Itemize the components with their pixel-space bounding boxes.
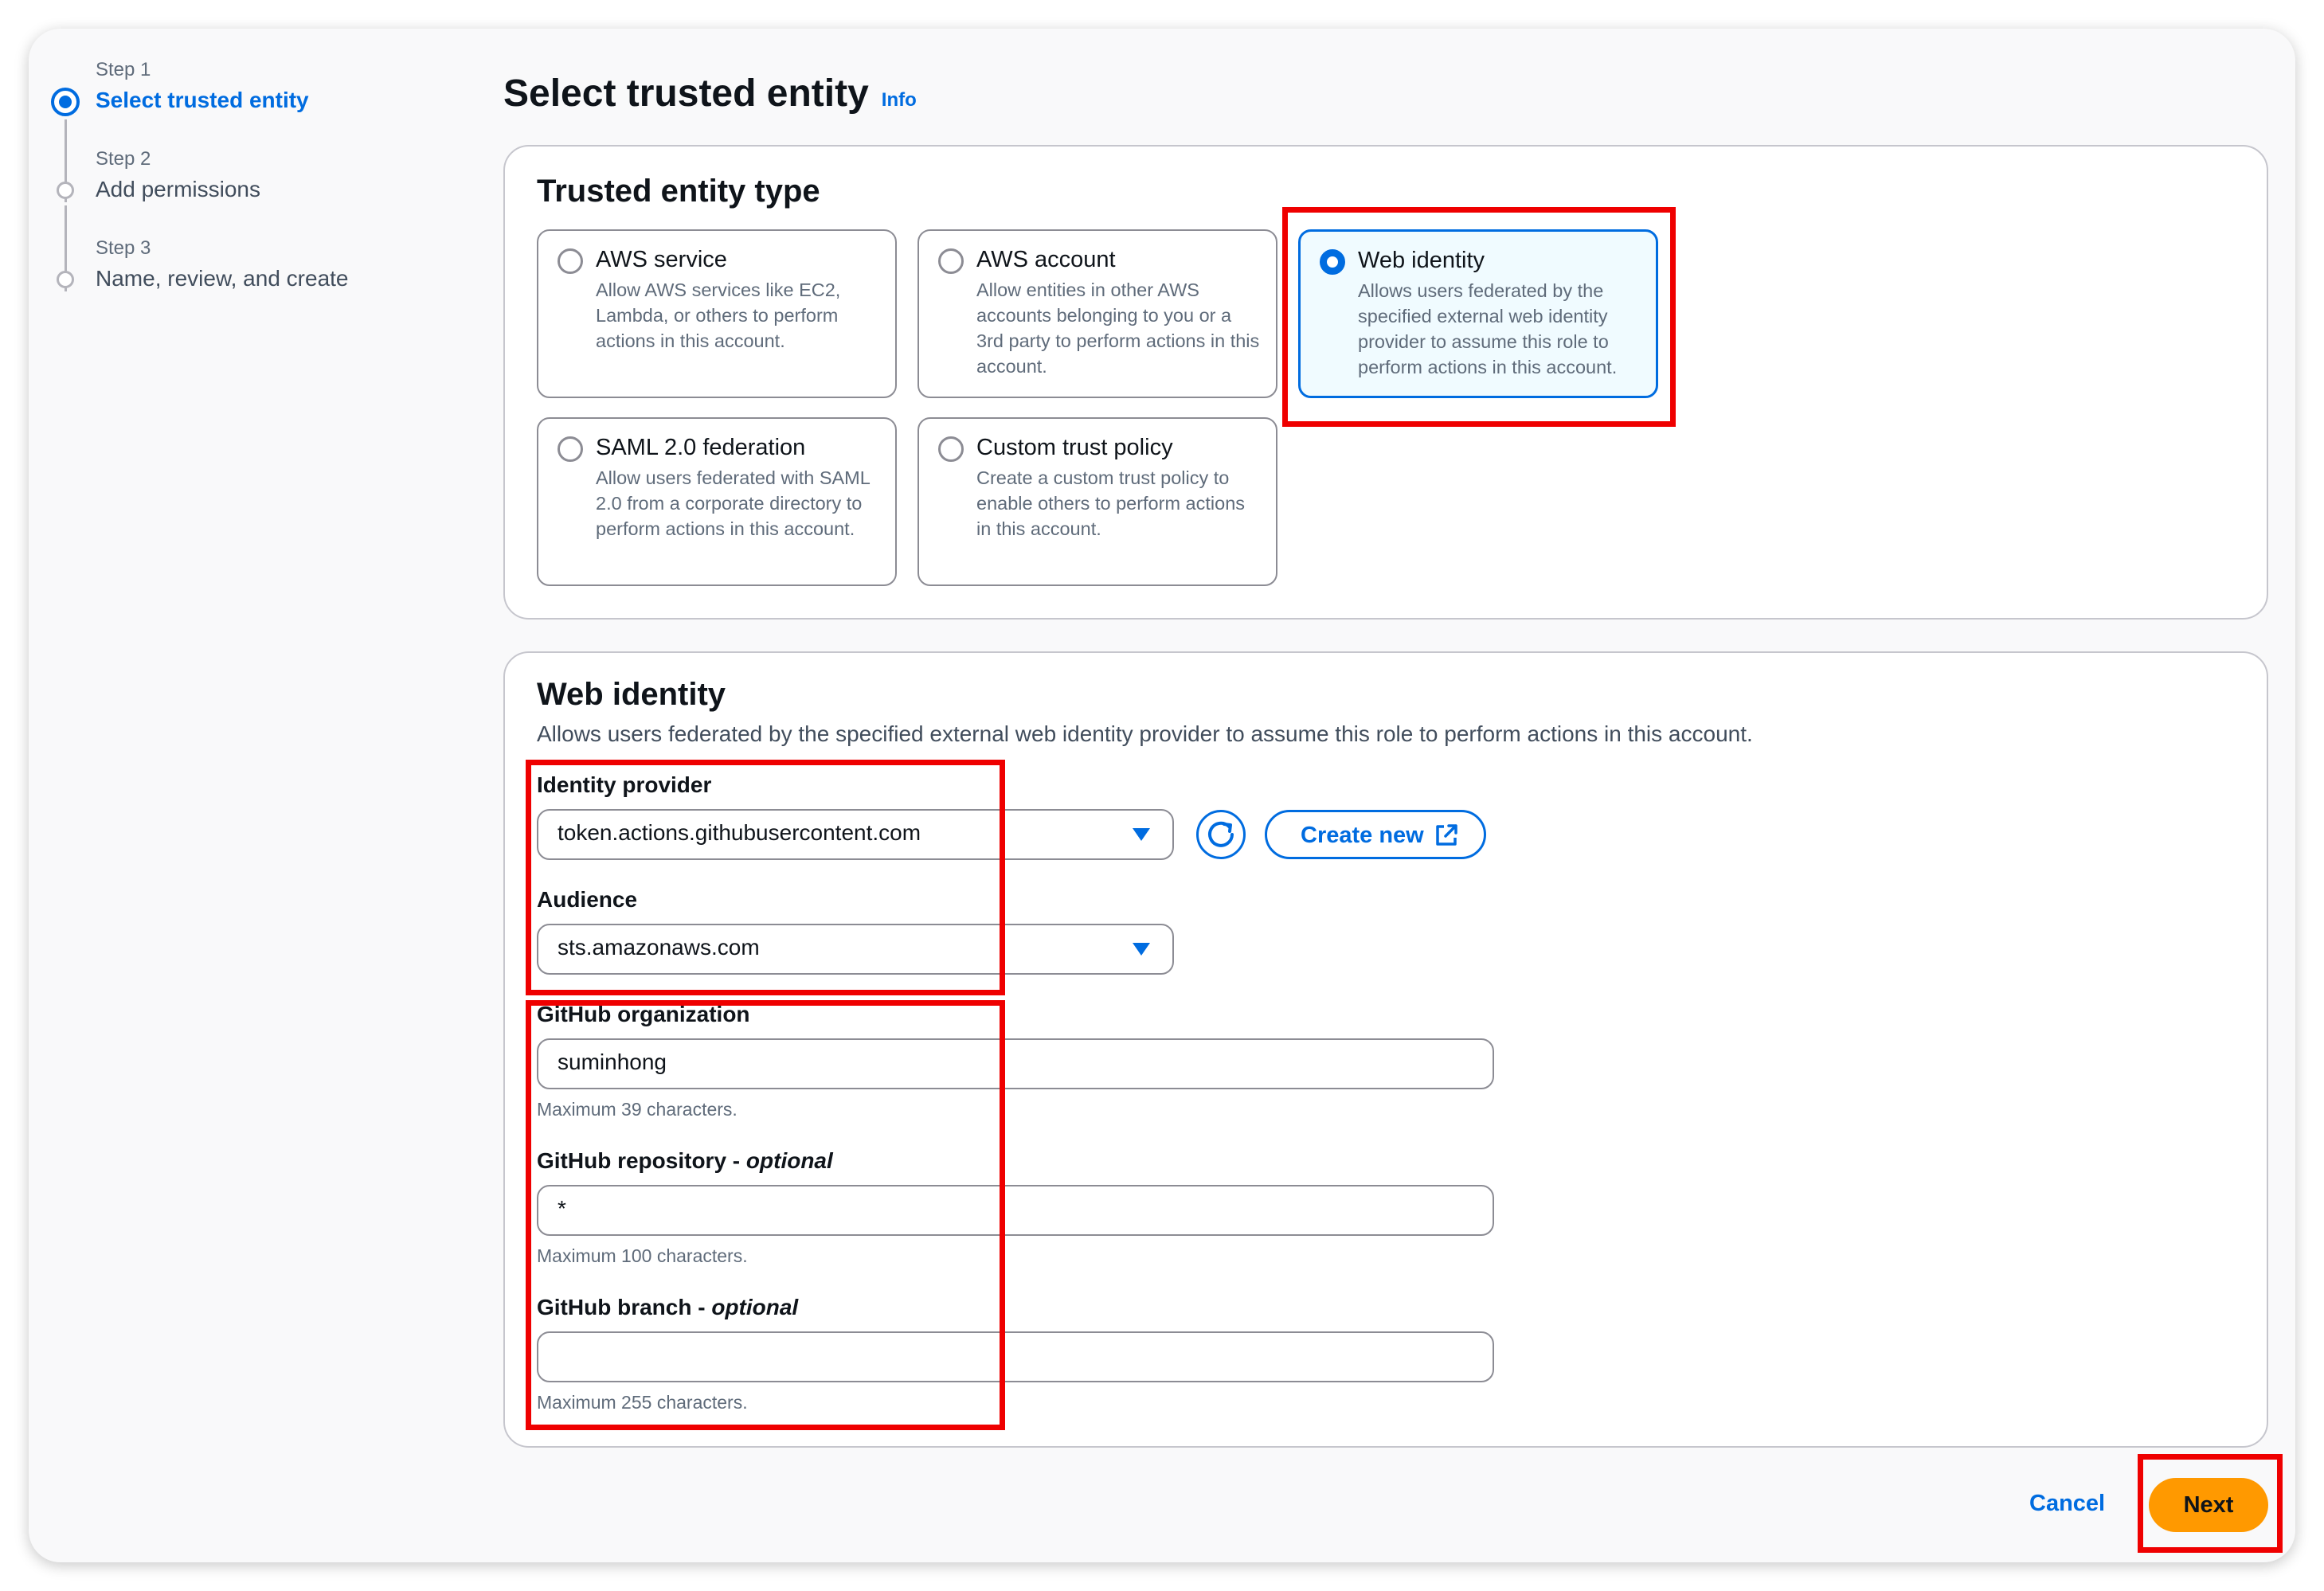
step-2-indicator: [57, 182, 74, 199]
radio-web-identity[interactable]: [1320, 249, 1345, 275]
audience-value: sts.amazonaws.com: [558, 935, 760, 960]
web-identity-description: Allows users federated by the specified …: [537, 721, 1753, 746]
refresh-button[interactable]: [1196, 810, 1246, 859]
step-3-label: Name, review, and create: [96, 266, 349, 291]
step-3-indicator: [57, 271, 74, 288]
tile-title: AWS service: [596, 247, 727, 272]
tile-title: Custom trust policy: [976, 435, 1173, 460]
step-3-number: Step 3: [96, 237, 151, 259]
caret-down-icon: [1133, 943, 1150, 956]
web-identity-heading: Web identity: [537, 677, 726, 712]
tile-aws-account[interactable]: AWS account Allow entities in other AWS …: [917, 229, 1277, 398]
github-repo-input[interactable]: *: [537, 1185, 1494, 1236]
radio-aws-account[interactable]: [938, 248, 964, 274]
page-header: Select trusted entity Info: [503, 72, 917, 115]
tile-description: Allow AWS services like EC2, Lambda, or …: [596, 280, 841, 351]
tile-title: SAML 2.0 federation: [596, 435, 806, 460]
trusted-entity-type-heading: Trusted entity type: [537, 174, 820, 209]
tile-description: Create a custom trust policy to enable o…: [976, 467, 1246, 539]
next-button[interactable]: Next: [2149, 1478, 2268, 1532]
tile-title: AWS account: [976, 247, 1116, 272]
github-branch-input[interactable]: [537, 1331, 1494, 1382]
radio-aws-service[interactable]: [558, 248, 583, 274]
external-link-icon: [1436, 824, 1457, 846]
window: Step 1 Select trusted entity Step 2 Add …: [29, 29, 2295, 1562]
github-org-value: suminhong: [558, 1050, 667, 1074]
github-org-label: GitHub organization: [537, 1002, 750, 1026]
caret-down-icon: [1133, 828, 1150, 841]
step-1-indicator: [51, 88, 80, 116]
radio-custom-trust-policy[interactable]: [938, 436, 964, 462]
info-link[interactable]: Info: [882, 89, 917, 111]
audience-select[interactable]: sts.amazonaws.com: [537, 924, 1174, 975]
tile-saml-federation[interactable]: SAML 2.0 federation Allow users federate…: [537, 417, 897, 586]
github-repo-label-text: GitHub repository: [537, 1148, 727, 1173]
github-org-input[interactable]: suminhong: [537, 1038, 1494, 1089]
identity-provider-value: token.actions.githubusercontent.com: [558, 820, 921, 845]
optional-tag: optional: [745, 1148, 833, 1173]
github-repo-hint: Maximum 100 characters.: [537, 1245, 748, 1266]
tile-description: Allow entities in other AWS accounts bel…: [976, 280, 1260, 377]
github-repo-value: *: [558, 1196, 566, 1221]
github-org-hint: Maximum 39 characters.: [537, 1099, 737, 1120]
create-new-button[interactable]: Create new: [1265, 810, 1486, 859]
step-2-number: Step 2: [96, 148, 151, 170]
tile-aws-service[interactable]: AWS service Allow AWS services like EC2,…: [537, 229, 897, 398]
tile-title: Web identity: [1358, 248, 1485, 273]
optional-tag: optional: [711, 1295, 799, 1319]
step-2-label: Add permissions: [96, 177, 260, 201]
web-identity-panel: Web identity Allows users federated by t…: [503, 651, 2268, 1448]
github-branch-label: GitHub branch - optional: [537, 1295, 799, 1319]
tile-description: Allow users federated with SAML 2.0 from…: [596, 467, 870, 539]
page-title: Select trusted entity: [503, 72, 869, 115]
identity-provider-label: Identity provider: [537, 772, 712, 797]
tile-web-identity[interactable]: Web identity Allows users federated by t…: [1298, 229, 1658, 398]
trusted-entity-type-panel: Trusted entity type AWS service Allow AW…: [503, 145, 2268, 620]
audience-label: Audience: [537, 887, 638, 912]
identity-provider-select[interactable]: token.actions.githubusercontent.com: [537, 809, 1174, 860]
tile-description: Allows users federated by the specified …: [1358, 280, 1618, 377]
step-1-number: Step 1: [96, 59, 151, 80]
step-1-label[interactable]: Select trusted entity: [96, 88, 309, 113]
cancel-button[interactable]: Cancel: [2029, 1491, 2105, 1517]
github-branch-label-text: GitHub branch: [537, 1295, 692, 1319]
github-repo-label: GitHub repository - optional: [537, 1148, 833, 1173]
radio-saml-federation[interactable]: [558, 436, 583, 462]
github-branch-hint: Maximum 255 characters.: [537, 1392, 748, 1413]
create-new-label: Create new: [1301, 823, 1424, 848]
refresh-icon: [1208, 821, 1234, 847]
tile-custom-trust-policy[interactable]: Custom trust policy Create a custom trus…: [917, 417, 1277, 586]
